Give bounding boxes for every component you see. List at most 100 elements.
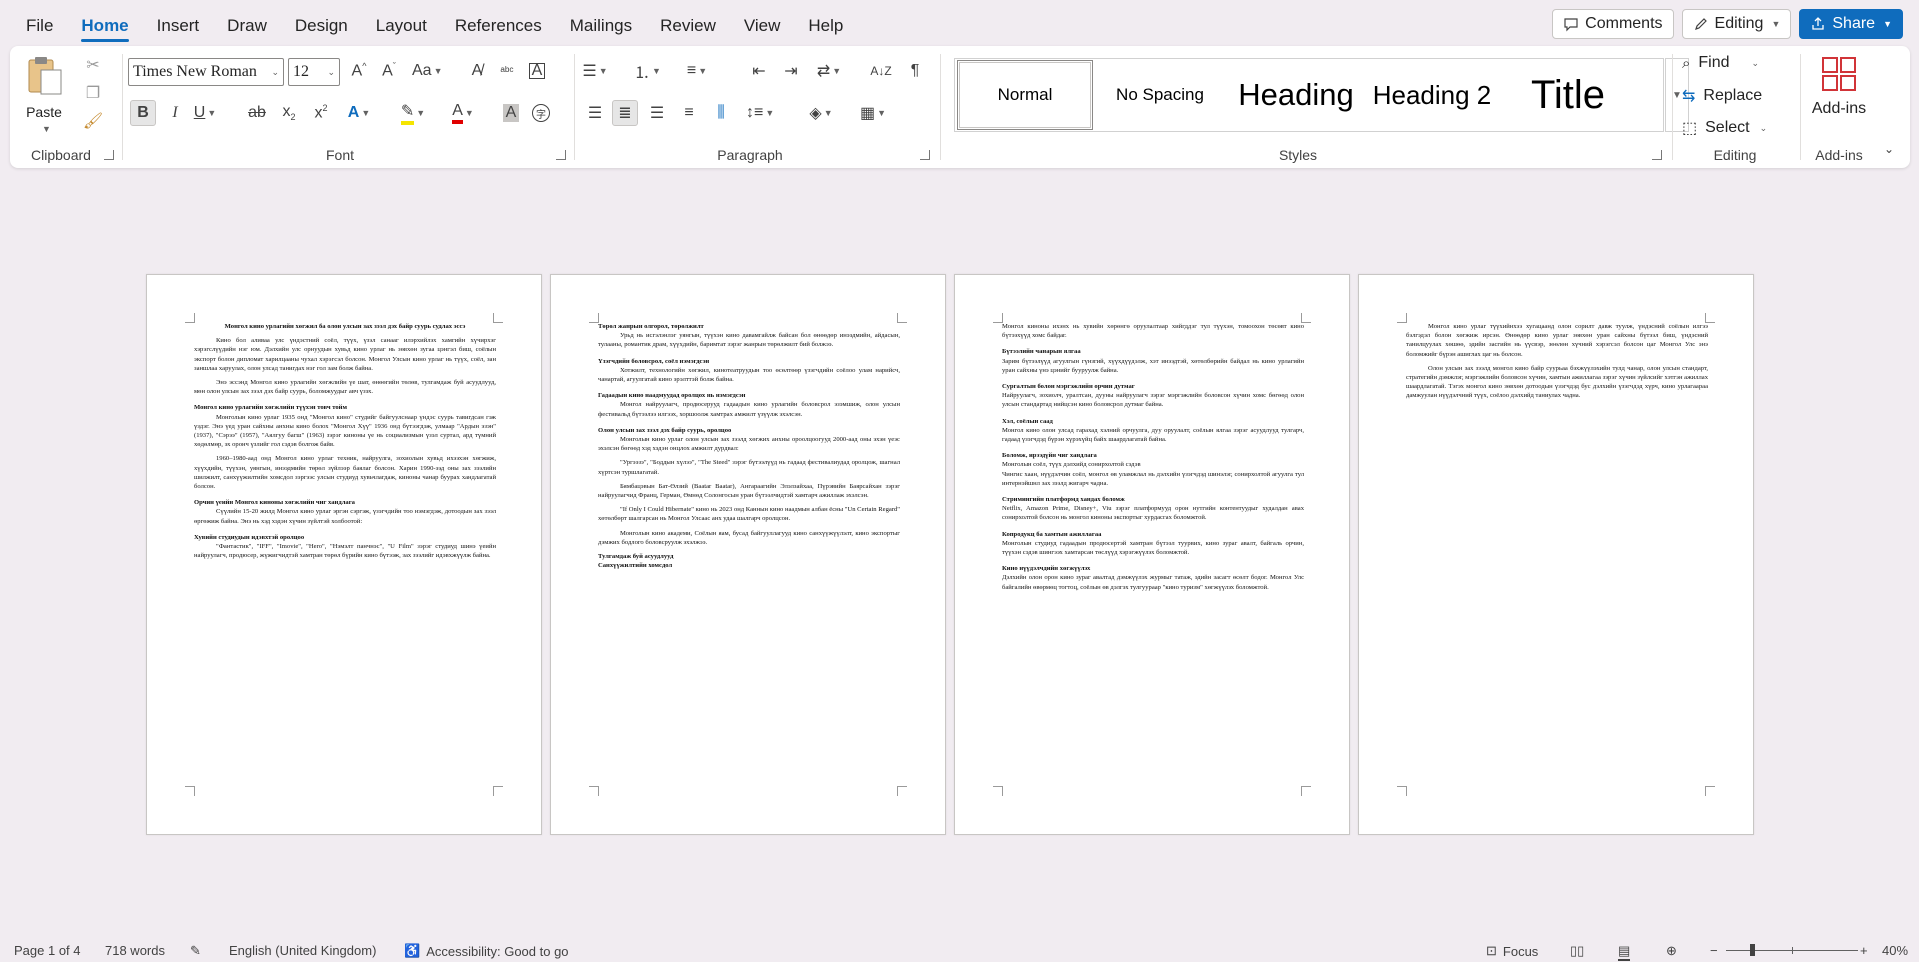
character-shading-button[interactable]: A: [498, 100, 524, 126]
web-layout-button[interactable]: ⊕: [1666, 943, 1677, 959]
find-button[interactable]: ⌕ Find ⌄: [1682, 54, 1759, 72]
language-indicator[interactable]: English (United Kingdom): [229, 943, 376, 958]
tab-layout[interactable]: Layout: [362, 0, 441, 46]
shading-button[interactable]: ◈ ▼: [808, 100, 834, 126]
align-right-button[interactable]: ☰: [644, 100, 670, 126]
bold-button[interactable]: B: [130, 100, 156, 126]
cut-button[interactable]: ✂: [80, 52, 106, 78]
style-title[interactable]: Title: [1499, 60, 1637, 130]
print-layout-button[interactable]: ▤: [1618, 943, 1631, 961]
text-effects-button[interactable]: A ▼: [346, 100, 372, 126]
add-ins-button[interactable]: Add-ins: [1804, 54, 1874, 134]
zoom-slider-thumb[interactable]: [1750, 944, 1755, 956]
tab-insert[interactable]: Insert: [143, 0, 214, 46]
tab-home[interactable]: Home: [67, 0, 142, 46]
align-left-button[interactable]: ☰: [582, 100, 608, 126]
underline-button[interactable]: U ▼: [192, 100, 218, 126]
word-count-indicator[interactable]: 718 words: [105, 943, 165, 958]
shrink-font-button[interactable]: Aˇ: [376, 58, 402, 84]
style-no-spacing[interactable]: No Spacing: [1093, 60, 1227, 130]
multilevel-list-button[interactable]: ≡ ▼: [684, 58, 710, 84]
font-size-select[interactable]: 12 ⌄: [288, 58, 340, 86]
paragraph: Зарим бүтээлүүд агуулгын гүнзгий, хүүхдү…: [1002, 357, 1304, 374]
tab-review[interactable]: Review: [646, 0, 730, 46]
borders-icon: ▦: [860, 105, 876, 122]
paste-button[interactable]: Paste ▼: [24, 54, 64, 134]
highlight-color-button[interactable]: ✎ ▼: [400, 100, 426, 126]
font-size-value: 12: [293, 63, 309, 80]
select-button[interactable]: ⬚ Select ⌄: [1682, 118, 1767, 138]
format-painter-button[interactable]: 🖌: [80, 108, 106, 134]
document-page-2[interactable]: Төрөл жанрын олгорол, төрөлжилт Урьд нь и…: [550, 274, 946, 835]
phonetic-guide-button[interactable]: ᵃᵇᶜ: [494, 58, 520, 84]
styles-dialog-launcher-icon[interactable]: [1652, 150, 1662, 160]
enclose-characters-button[interactable]: 字: [528, 100, 554, 126]
paragraph-dialog-launcher-icon[interactable]: [920, 150, 930, 160]
strikethrough-button[interactable]: ab: [244, 100, 270, 126]
italic-button[interactable]: I: [162, 100, 188, 126]
read-mode-button[interactable]: ▯▯: [1570, 943, 1584, 959]
style-heading[interactable]: Heading: [1227, 60, 1365, 130]
comments-button[interactable]: Comments: [1552, 9, 1674, 39]
page-count-indicator[interactable]: Page 1 of 4: [14, 943, 81, 958]
distributed-button[interactable]: ⫼: [708, 100, 734, 126]
editing-mode-button[interactable]: Editing ▼: [1681, 9, 1792, 39]
show-formatting-marks-button[interactable]: ¶: [902, 58, 928, 84]
section-heading: Боломж, ирээдүйн чиг хандлага: [1002, 452, 1097, 460]
tab-design[interactable]: Design: [281, 0, 362, 46]
tab-draw[interactable]: Draw: [213, 0, 281, 46]
borders-button[interactable]: ▦ ▼: [860, 100, 886, 126]
sort-button[interactable]: A↓Z: [868, 58, 894, 84]
change-case-button[interactable]: Aa ▼: [412, 58, 443, 84]
superscript-button[interactable]: x2: [308, 100, 334, 126]
replace-button[interactable]: ⇆ Replace: [1682, 86, 1762, 106]
justify-icon: ≡: [684, 104, 694, 121]
align-left-icon: ☰: [587, 105, 603, 122]
paragraph: Хотжилт, технологийн хөгжил, кинотеатруу…: [598, 366, 900, 384]
document-page-3[interactable]: Монгол киноны ихэнх нь хувийн хөрөнгө ор…: [954, 274, 1350, 835]
clear-formatting-button[interactable]: A̸: [464, 58, 490, 84]
copy-button[interactable]: ❐: [80, 80, 106, 106]
decrease-indent-button[interactable]: ⇤: [746, 58, 772, 84]
section-heading: Орчин үеийн Монгол киноны хөгжлийн чиг х…: [194, 499, 355, 507]
style-heading-label: Heading: [1238, 77, 1354, 112]
clipboard-dialog-launcher-icon[interactable]: [104, 150, 114, 160]
paragraph: Бямбацэвын Бат-Өлзий (Baatar Baatar), Ан…: [598, 482, 900, 500]
paragraph: "Фантастик", "IFF", "Imovie", "Hero", "Н…: [194, 543, 496, 560]
style-normal[interactable]: Normal: [957, 60, 1093, 130]
grow-font-button[interactable]: A^: [346, 58, 372, 84]
spelling-check-icon[interactable]: ✎: [190, 943, 201, 959]
font-family-select[interactable]: Times New Roman ⌄: [128, 58, 284, 86]
document-page-4[interactable]: Монгол кино урлаг түүхийнхээ хугацаанд о…: [1358, 274, 1754, 835]
tab-view[interactable]: View: [730, 0, 795, 46]
zoom-level[interactable]: 40%: [1882, 943, 1908, 958]
zoom-out-button[interactable]: −: [1710, 943, 1718, 958]
share-button[interactable]: Share ▼: [1799, 9, 1903, 39]
paragraph: Сүүлийн 15-20 жилд Монгол кино урлаг эрг…: [194, 508, 496, 525]
section-heading: Хувийн студиудын идэвхтэй оролцоо: [194, 533, 305, 541]
zoom-in-button[interactable]: +: [1860, 943, 1868, 958]
align-center-button[interactable]: ≣: [612, 100, 638, 126]
focus-mode-button[interactable]: ⊡ Focus: [1486, 943, 1538, 959]
section-heading: Копродукц ба хамтын ажиллагаа: [1002, 530, 1102, 538]
text-direction-button[interactable]: ⇄ ▼: [816, 58, 842, 84]
bullets-button[interactable]: ☰ ▼: [582, 58, 608, 84]
style-heading-2[interactable]: Heading 2: [1365, 60, 1499, 130]
font-dialog-launcher-icon[interactable]: [556, 150, 566, 160]
accessibility-checker[interactable]: ♿ Accessibility: Good to go: [404, 943, 569, 959]
document-page-1[interactable]: Монгол кино урлагийн хөгжил ба олон улсы…: [146, 274, 542, 835]
font-color-button[interactable]: A ▼: [450, 100, 476, 126]
subscript-button[interactable]: x2: [276, 100, 302, 126]
collapse-ribbon-button[interactable]: ⌄: [1876, 136, 1902, 162]
paragraph: Netflix, Amazon Prime, Disney+, Viu зэрэ…: [1002, 505, 1304, 522]
tab-file[interactable]: File: [0, 0, 67, 46]
justify-button[interactable]: ≡: [676, 100, 702, 126]
line-spacing-button[interactable]: ↕≡ ▼: [746, 100, 774, 126]
tab-help[interactable]: Help: [794, 0, 857, 46]
tab-mailings[interactable]: Mailings: [556, 0, 646, 46]
character-border-button[interactable]: A: [524, 58, 550, 84]
zoom-slider[interactable]: [1726, 944, 1858, 956]
numbering-button[interactable]: ⒈ ▼: [634, 58, 661, 84]
tab-references[interactable]: References: [441, 0, 556, 46]
increase-indent-button[interactable]: ⇥: [778, 58, 804, 84]
